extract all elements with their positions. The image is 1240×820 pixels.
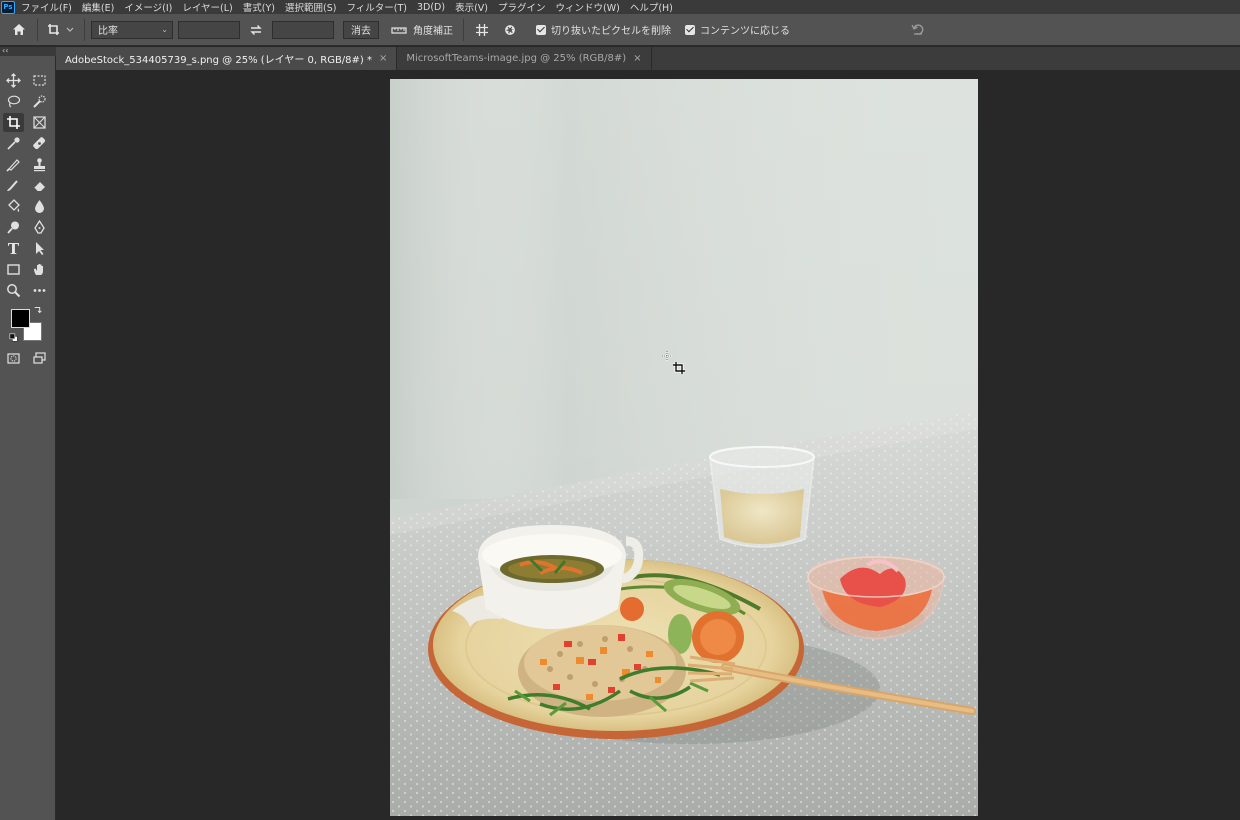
document-tabs: AdobeStock_534405739_s.png @ 25% (レイヤー 0… bbox=[56, 47, 1240, 70]
quick-mask-icon[interactable] bbox=[3, 349, 24, 368]
menu-bar: Ps ファイル(F) 編集(E) イメージ(I) レイヤー(L) 書式(Y) 選… bbox=[0, 0, 1240, 14]
checkbox-icon bbox=[536, 24, 546, 35]
menu-select[interactable]: 選択範囲(S) bbox=[285, 0, 336, 14]
checkbox-icon bbox=[685, 24, 695, 35]
content-aware-label: コンテンツに応じる bbox=[700, 26, 790, 37]
document-canvas[interactable] bbox=[390, 79, 978, 816]
lasso-tool-icon[interactable] bbox=[3, 92, 24, 111]
tool-options-bar: 比率 ⌄ 消去 角度補正 切り抜いたピクセルを削除 コンテンツに応じる bbox=[0, 14, 1240, 46]
tools-panel: T bbox=[0, 56, 56, 820]
dodge-tool-icon[interactable] bbox=[3, 218, 24, 237]
type-tool-icon[interactable]: T bbox=[3, 239, 24, 258]
crop-cursor-icon bbox=[661, 350, 687, 376]
crop-height-input[interactable] bbox=[272, 20, 334, 39]
hand-tool-icon[interactable] bbox=[29, 260, 50, 279]
foreground-color-swatch[interactable] bbox=[11, 309, 30, 328]
rectangle-tool-icon[interactable] bbox=[3, 260, 24, 279]
delete-cropped-pixels-checkbox[interactable]: 切り抜いたピクセルを削除 bbox=[536, 22, 671, 37]
menu-edit[interactable]: 編集(E) bbox=[82, 0, 114, 14]
menu-help[interactable]: ヘルプ(H) bbox=[630, 0, 673, 14]
home-icon[interactable] bbox=[7, 18, 31, 42]
reset-icon[interactable] bbox=[906, 18, 930, 42]
grid-overlay-icon[interactable] bbox=[470, 18, 494, 42]
divider bbox=[84, 18, 85, 41]
crop-width-input[interactable] bbox=[178, 20, 240, 39]
ratio-select-value: 比率 bbox=[98, 26, 118, 37]
zoom-tool-icon[interactable] bbox=[3, 281, 24, 300]
menu-type[interactable]: 書式(Y) bbox=[243, 0, 275, 14]
path-selection-tool-icon[interactable] bbox=[29, 239, 50, 258]
tab-label: AdobeStock_534405739_s.png @ 25% (レイヤー 0… bbox=[65, 55, 372, 66]
healing-brush-tool-icon[interactable] bbox=[29, 134, 50, 153]
menu-layer[interactable]: レイヤー(L) bbox=[182, 0, 232, 14]
history-brush-tool-icon[interactable] bbox=[3, 176, 24, 195]
ratio-select[interactable]: 比率 ⌄ bbox=[91, 20, 173, 39]
close-icon[interactable]: × bbox=[633, 53, 641, 64]
menu-plugins[interactable]: プラグイン bbox=[498, 0, 546, 14]
close-icon[interactable]: × bbox=[379, 53, 387, 64]
paint-bucket-tool-icon[interactable] bbox=[3, 197, 24, 216]
tab-document-2[interactable]: MicrosoftTeams-image.jpg @ 25% (RGB/8#) … bbox=[397, 47, 652, 70]
clone-stamp-tool-icon[interactable] bbox=[29, 155, 50, 174]
crop-tool-icon[interactable] bbox=[3, 113, 24, 132]
divider bbox=[37, 18, 38, 41]
pen-tool-icon[interactable] bbox=[29, 218, 50, 237]
clear-button[interactable]: 消去 bbox=[343, 20, 379, 39]
screen-mode-icon[interactable] bbox=[29, 349, 50, 368]
default-colors-icon[interactable] bbox=[8, 332, 20, 344]
menu-view[interactable]: 表示(V) bbox=[455, 0, 488, 14]
marquee-tool-icon[interactable] bbox=[29, 71, 50, 90]
tab-label: MicrosoftTeams-image.jpg @ 25% (RGB/8#) bbox=[406, 53, 627, 64]
eraser-tool-icon[interactable] bbox=[29, 176, 50, 195]
chevron-down-icon: ⌄ bbox=[161, 25, 168, 34]
panel-collapse-toggle[interactable]: ‹‹ bbox=[0, 47, 56, 56]
divider bbox=[463, 18, 464, 41]
frame-tool-icon[interactable] bbox=[29, 113, 50, 132]
menu-3d[interactable]: 3D(D) bbox=[417, 2, 445, 13]
more-tools-icon[interactable] bbox=[29, 281, 50, 300]
menu-file[interactable]: ファイル(F) bbox=[21, 0, 72, 14]
crop-tool-preset-icon[interactable] bbox=[44, 18, 78, 42]
photoshop-logo-icon[interactable]: Ps bbox=[1, 0, 15, 14]
menu-window[interactable]: ウィンドウ(W) bbox=[556, 0, 620, 14]
swap-colors-icon[interactable] bbox=[32, 304, 44, 316]
brush-tool-icon[interactable] bbox=[3, 155, 24, 174]
move-tool-icon[interactable] bbox=[3, 71, 24, 90]
quick-selection-tool-icon[interactable] bbox=[29, 92, 50, 111]
menu-filter[interactable]: フィルター(T) bbox=[346, 0, 407, 14]
type-tool-glyph: T bbox=[7, 239, 20, 258]
straighten-icon[interactable] bbox=[387, 18, 411, 42]
delete-cropped-pixels-label: 切り抜いたピクセルを削除 bbox=[551, 26, 671, 37]
photo-image bbox=[390, 79, 978, 816]
tab-document-1[interactable]: AdobeStock_534405739_s.png @ 25% (レイヤー 0… bbox=[56, 47, 398, 70]
swap-dimensions-icon[interactable] bbox=[244, 18, 268, 42]
eyedropper-tool-icon[interactable] bbox=[3, 134, 24, 153]
straighten-label[interactable]: 角度補正 bbox=[413, 22, 453, 37]
content-aware-checkbox[interactable]: コンテンツに応じる bbox=[685, 22, 790, 37]
menu-image[interactable]: イメージ(I) bbox=[124, 0, 172, 14]
gear-icon[interactable] bbox=[498, 18, 522, 42]
blur-tool-icon[interactable] bbox=[29, 197, 50, 216]
